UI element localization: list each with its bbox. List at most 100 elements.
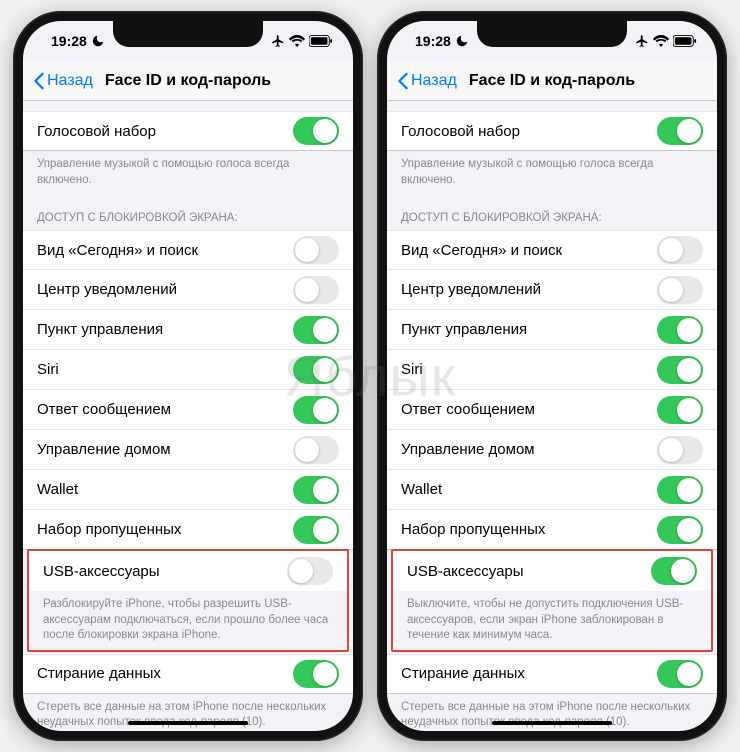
voice-dial-footer: Управление музыкой с помощью голоса всег… xyxy=(23,151,353,198)
home-label: Управление домом xyxy=(401,441,535,458)
home-indicator[interactable] xyxy=(492,721,612,725)
airplane-icon xyxy=(635,34,649,48)
status-time: 19:28 xyxy=(51,33,87,49)
siri-row: Siri xyxy=(387,350,717,390)
voice-dial-label: Голосовой набор xyxy=(37,123,156,140)
erase-footer: Стереть все данные на этом iPhone после … xyxy=(387,694,717,731)
voice-dial-toggle[interactable] xyxy=(293,117,339,145)
missed-label: Набор пропущенных xyxy=(401,521,545,538)
reply-row: Ответ сообщением xyxy=(387,390,717,430)
status-time: 19:28 xyxy=(415,33,451,49)
home-indicator[interactable] xyxy=(128,721,248,725)
erase-toggle[interactable] xyxy=(657,660,703,688)
voice-dial-toggle[interactable] xyxy=(657,117,703,145)
notch xyxy=(113,21,263,47)
lock-access-header: ДОСТУП С БЛОКИРОВКОЙ ЭКРАНА: xyxy=(387,198,717,230)
reply-label: Ответ сообщением xyxy=(401,401,535,418)
voice-dial-row: Голосовой набор xyxy=(387,111,717,151)
voice-dial-footer: Управление музыкой с помощью голоса всег… xyxy=(387,151,717,198)
wallet-row: Wallet xyxy=(23,470,353,510)
notif-row: Центр уведомлений xyxy=(23,270,353,310)
siri-row: Siri xyxy=(23,350,353,390)
notif-label: Центр уведомлений xyxy=(37,281,177,298)
home-toggle[interactable] xyxy=(293,436,339,464)
notch xyxy=(477,21,627,47)
control-toggle[interactable] xyxy=(657,316,703,344)
home-row: Управление домом xyxy=(23,430,353,470)
back-label: Назад xyxy=(47,72,93,90)
usb-toggle[interactable] xyxy=(651,557,697,585)
usb-highlight: USB-аксессуары Выключите, чтобы не допус… xyxy=(391,549,713,652)
notif-label: Центр уведомлений xyxy=(401,281,541,298)
erase-label: Стирание данных xyxy=(37,665,161,682)
moon-icon xyxy=(455,34,469,48)
erase-footer: Стереть все данные на этом iPhone после … xyxy=(23,694,353,731)
reply-toggle[interactable] xyxy=(657,396,703,424)
erase-row: Стирание данных xyxy=(387,654,717,694)
missed-toggle[interactable] xyxy=(293,516,339,544)
siri-label: Siri xyxy=(401,361,423,378)
usb-row: USB-аксессуары xyxy=(29,551,347,591)
control-label: Пункт управления xyxy=(37,321,163,338)
reply-label: Ответ сообщением xyxy=(37,401,171,418)
wifi-icon xyxy=(653,35,669,47)
wallet-label: Wallet xyxy=(401,481,442,498)
today-row: Вид «Сегодня» и поиск xyxy=(387,230,717,270)
notif-row: Центр уведомлений xyxy=(387,270,717,310)
chevron-left-icon xyxy=(33,72,45,90)
usb-footer: Выключите, чтобы не допустить подключени… xyxy=(393,591,711,650)
missed-label: Набор пропущенных xyxy=(37,521,181,538)
today-toggle[interactable] xyxy=(293,236,339,264)
control-row: Пункт управления xyxy=(387,310,717,350)
home-row: Управление домом xyxy=(387,430,717,470)
back-button[interactable]: Назад xyxy=(397,72,457,90)
airplane-icon xyxy=(271,34,285,48)
missed-toggle[interactable] xyxy=(657,516,703,544)
phone-left: 19:28 Назад Face ID и код-пароль Голосов… xyxy=(13,11,363,741)
control-label: Пункт управления xyxy=(401,321,527,338)
lock-access-header: ДОСТУП С БЛОКИРОВКОЙ ЭКРАНА: xyxy=(23,198,353,230)
usb-toggle[interactable] xyxy=(287,557,333,585)
siri-toggle[interactable] xyxy=(293,356,339,384)
battery-icon xyxy=(309,35,333,47)
reply-row: Ответ сообщением xyxy=(23,390,353,430)
home-label: Управление домом xyxy=(37,441,171,458)
back-label: Назад xyxy=(411,72,457,90)
battery-icon xyxy=(673,35,697,47)
siri-toggle[interactable] xyxy=(657,356,703,384)
usb-label: USB-аксессуары xyxy=(407,563,524,580)
settings-list[interactable]: Голосовой набор Управление музыкой с пом… xyxy=(23,101,353,731)
usb-highlight: USB-аксессуары Разблокируйте iPhone, что… xyxy=(27,549,349,652)
wallet-row: Wallet xyxy=(387,470,717,510)
nav-bar: Назад Face ID и код-пароль xyxy=(23,61,353,101)
notif-toggle[interactable] xyxy=(657,276,703,304)
wallet-toggle[interactable] xyxy=(293,476,339,504)
back-button[interactable]: Назад xyxy=(33,72,93,90)
nav-bar: Назад Face ID и код-пароль xyxy=(387,61,717,101)
home-toggle[interactable] xyxy=(657,436,703,464)
missed-row: Набор пропущенных xyxy=(23,510,353,550)
control-toggle[interactable] xyxy=(293,316,339,344)
erase-label: Стирание данных xyxy=(401,665,525,682)
today-label: Вид «Сегодня» и поиск xyxy=(401,242,562,259)
voice-dial-label: Голосовой набор xyxy=(401,123,520,140)
settings-list[interactable]: Голосовой набор Управление музыкой с пом… xyxy=(387,101,717,731)
phone-right: 19:28 Назад Face ID и код-пароль Голосов… xyxy=(377,11,727,741)
today-label: Вид «Сегодня» и поиск xyxy=(37,242,198,259)
usb-label: USB-аксессуары xyxy=(43,563,160,580)
voice-dial-row: Голосовой набор xyxy=(23,111,353,151)
chevron-left-icon xyxy=(397,72,409,90)
today-toggle[interactable] xyxy=(657,236,703,264)
wifi-icon xyxy=(289,35,305,47)
missed-row: Набор пропущенных xyxy=(387,510,717,550)
reply-toggle[interactable] xyxy=(293,396,339,424)
wallet-toggle[interactable] xyxy=(657,476,703,504)
erase-row: Стирание данных xyxy=(23,654,353,694)
usb-row: USB-аксессуары xyxy=(393,551,711,591)
usb-footer: Разблокируйте iPhone, чтобы разрешить US… xyxy=(29,591,347,650)
erase-toggle[interactable] xyxy=(293,660,339,688)
siri-label: Siri xyxy=(37,361,59,378)
today-row: Вид «Сегодня» и поиск xyxy=(23,230,353,270)
notif-toggle[interactable] xyxy=(293,276,339,304)
moon-icon xyxy=(91,34,105,48)
